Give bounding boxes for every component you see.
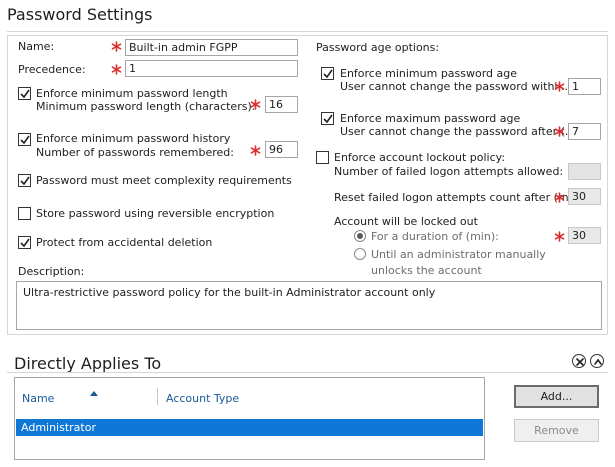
enforce-min-length-label: Enforce minimum password length — [36, 87, 228, 100]
name-label: Name: — [18, 40, 55, 53]
description-label: Description: — [18, 265, 85, 278]
description-textarea[interactable]: Ultra-restrictive password policy for th… — [16, 281, 602, 330]
reset-input[interactable]: 30 — [568, 188, 601, 205]
applies-to-grid: Name Account Type Administrator — [14, 377, 485, 460]
protect-label: Protect from accidental deletion — [36, 236, 213, 249]
required-asterisk-icon — [554, 231, 565, 242]
close-circle-icon[interactable] — [572, 354, 586, 368]
description-text: Ultra-restrictive password policy for th… — [23, 286, 436, 299]
column-header-name[interactable]: Name — [22, 392, 54, 405]
enforce-history-label: Enforce minimum password history — [36, 132, 231, 145]
history-input[interactable]: 96 — [265, 141, 298, 158]
reversible-label: Store password using reversible encrypti… — [36, 207, 275, 220]
history-label: Number of passwords remembered: — [36, 146, 234, 159]
min-length-label: Minimum password length (characters): — [36, 100, 256, 113]
precedence-label: Precedence: — [18, 63, 86, 76]
duration-radio[interactable] — [354, 230, 366, 242]
min-age-input[interactable]: 1 — [568, 78, 601, 95]
until-admin-label-2: unlocks the account — [371, 264, 482, 277]
enforce-max-age-label: Enforce maximum password age — [340, 112, 521, 125]
required-asterisk-icon — [554, 81, 565, 92]
applies-to-divider — [7, 372, 608, 373]
protect-checkbox[interactable] — [18, 236, 31, 249]
until-admin-radio[interactable] — [354, 248, 366, 260]
password-settings-title: Password Settings — [7, 5, 153, 24]
min-age-sub-label: User cannot change the password withi... — [340, 80, 568, 93]
min-length-input[interactable]: 16 — [265, 96, 298, 113]
required-asterisk-icon — [111, 41, 122, 52]
chevron-up-circle-icon[interactable] — [590, 354, 604, 368]
table-row[interactable]: Administrator — [16, 419, 483, 436]
title-divider — [7, 31, 608, 32]
complexity-checkbox[interactable] — [18, 174, 31, 187]
failed-attempts-input[interactable] — [568, 163, 601, 180]
duration-label: For a duration of (min): — [371, 230, 499, 243]
reversible-checkbox[interactable] — [18, 207, 31, 220]
enforce-min-age-checkbox[interactable] — [321, 67, 334, 80]
sort-ascending-icon — [90, 386, 98, 399]
row-name: Administrator — [21, 421, 96, 434]
enforce-min-length-checkbox[interactable] — [18, 87, 31, 100]
required-asterisk-icon — [554, 192, 565, 203]
column-header-account-type[interactable]: Account Type — [166, 392, 239, 405]
lockout-checkbox[interactable] — [316, 151, 329, 164]
name-input[interactable]: Built-in admin FGPP — [125, 39, 298, 56]
remove-button[interactable]: Remove — [514, 419, 599, 442]
lockout-label: Enforce account lockout policy: — [334, 151, 506, 164]
required-asterisk-icon — [250, 145, 261, 156]
until-admin-label-1: Until an administrator manually — [371, 248, 546, 261]
required-asterisk-icon — [554, 126, 565, 137]
column-divider — [157, 388, 158, 405]
precedence-input[interactable]: 1 — [125, 60, 298, 77]
duration-input[interactable]: 30 — [568, 227, 601, 244]
required-asterisk-icon — [250, 99, 261, 110]
age-options-label: Password age options: — [316, 41, 440, 54]
max-age-input[interactable]: 7 — [568, 123, 601, 140]
max-age-sub-label: User cannot change the password after (.… — [340, 125, 576, 138]
failed-attempts-label: Number of failed logon attempts allowed: — [334, 165, 564, 178]
reset-label: Reset failed logon attempts count after … — [334, 191, 580, 204]
complexity-label: Password must meet complexity requiremen… — [36, 174, 292, 187]
enforce-history-checkbox[interactable] — [18, 133, 31, 146]
applies-to-title: Directly Applies To — [14, 354, 162, 373]
add-button[interactable]: Add... — [514, 385, 599, 408]
enforce-min-age-label: Enforce minimum password age — [340, 67, 518, 80]
required-asterisk-icon — [111, 64, 122, 75]
locked-out-label: Account will be locked out — [334, 215, 478, 228]
enforce-max-age-checkbox[interactable] — [321, 112, 334, 125]
